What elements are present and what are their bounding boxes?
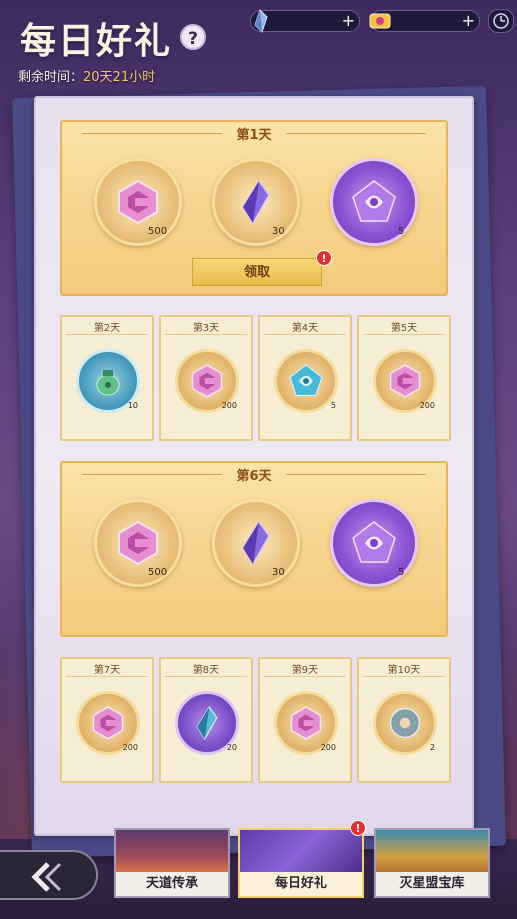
day-8-card[interactable]: 第8天 20 — [159, 657, 253, 783]
crystal-icon — [254, 9, 268, 33]
day-3-card[interactable]: 第3天 200 — [159, 315, 253, 441]
day-6-panel[interactable]: 第6天 500 30 5 — [60, 461, 448, 637]
pink-rune-icon — [389, 364, 421, 398]
day-label: 第9天 — [291, 665, 319, 676]
back-arrow-icon — [31, 862, 62, 892]
reward-qty: 200 — [320, 743, 336, 752]
reward-qty: 200 — [419, 401, 435, 410]
reward-qty: 5 — [398, 226, 405, 237]
day-5-card[interactable]: 第5天 200 — [357, 315, 451, 441]
divider — [165, 676, 247, 677]
tab-thumbnail — [376, 830, 488, 874]
day-7-card[interactable]: 第7天 200 — [60, 657, 154, 783]
violet-sigil-icon — [352, 521, 396, 563]
reward-slot[interactable] — [94, 499, 182, 587]
jade-disc-icon — [389, 707, 421, 739]
tab-label: 每日好礼 — [240, 872, 362, 896]
violet-sigil-icon — [352, 180, 396, 222]
claim-button[interactable]: 领取 — [192, 258, 322, 286]
reward-qty: 200 — [122, 743, 138, 752]
day-label: 第2天 — [93, 323, 121, 334]
reward-qty: 30 — [272, 567, 285, 578]
divider — [66, 334, 148, 335]
tab-thumbnail — [240, 830, 362, 874]
remaining-time-label: 剩余时间： — [18, 70, 84, 85]
alert-badge: ! — [350, 820, 366, 836]
divider — [363, 334, 445, 335]
day-label: 第8天 — [192, 665, 220, 676]
day-label: 第5天 — [390, 323, 418, 334]
reward-qty: 20 — [226, 743, 237, 752]
remaining-time: 剩余时间：20天21小时 — [18, 66, 155, 85]
tab-daily-gift[interactable]: 每日好礼 — [238, 828, 364, 898]
day-label: 第3天 — [192, 323, 220, 334]
reward-slot[interactable] — [330, 499, 418, 587]
tab-heavenly-legacy[interactable]: 天道传承 — [114, 828, 230, 898]
tab-star-treasury[interactable]: 灭星盟宝库 — [374, 828, 490, 898]
reward-qty: 30 — [272, 226, 285, 237]
page-title: 每日好礼 — [20, 20, 173, 62]
clock-button[interactable] — [488, 9, 514, 33]
green-pouch-icon — [96, 370, 120, 396]
divider — [286, 474, 426, 475]
day-10-card[interactable]: 第10天 2 — [357, 657, 451, 783]
reward-slot — [274, 349, 338, 413]
reward-slot[interactable] — [94, 158, 182, 246]
purple-crystal-icon — [242, 179, 270, 225]
day-label: 第4天 — [291, 323, 319, 334]
pink-rune-icon — [92, 706, 124, 740]
blue-crystal-icon — [196, 706, 218, 741]
day-1-panel: 第1天 500 30 5 领取 ! — [60, 120, 448, 296]
reward-slot[interactable] — [330, 158, 418, 246]
divider — [264, 334, 346, 335]
reward-qty: 200 — [221, 401, 237, 410]
day-4-card[interactable]: 第4天 5 — [258, 315, 352, 441]
help-button[interactable]: ? — [180, 24, 206, 50]
pink-rune-icon — [118, 179, 158, 225]
ticket-icon — [369, 13, 391, 29]
reward-qty: 500 — [148, 226, 168, 237]
blue-sigil-icon — [289, 364, 323, 397]
reward-slot[interactable] — [212, 499, 300, 587]
divider — [165, 334, 247, 335]
divider — [264, 676, 346, 677]
divider — [363, 676, 445, 677]
currency-ticket: + — [369, 10, 480, 32]
day-label: 第10天 — [387, 665, 421, 676]
back-button[interactable] — [0, 850, 98, 900]
tab-label: 灭星盟宝库 — [376, 872, 488, 896]
divider — [286, 133, 426, 134]
remaining-time-value: 20天21小时 — [83, 70, 156, 85]
currency-crystal: + — [250, 9, 360, 33]
reward-slot[interactable] — [212, 158, 300, 246]
reward-qty: 5 — [330, 401, 336, 410]
add-ticket-button[interactable]: + — [462, 12, 475, 30]
pink-rune-icon — [191, 364, 223, 398]
reward-qty: 500 — [148, 567, 168, 578]
reward-qty: 2 — [429, 743, 435, 752]
day-2-card[interactable]: 第2天 10 — [60, 315, 154, 441]
pink-rune-icon — [290, 706, 322, 740]
alert-badge: ! — [316, 250, 332, 266]
tab-thumbnail — [116, 830, 228, 874]
add-crystal-button[interactable]: + — [342, 12, 355, 30]
reward-slot — [373, 691, 437, 755]
divider — [66, 676, 148, 677]
day-label: 第7天 — [93, 665, 121, 676]
day-9-card[interactable]: 第9天 200 — [258, 657, 352, 783]
reward-qty: 5 — [398, 567, 405, 578]
purple-crystal-icon — [242, 520, 270, 566]
tab-label: 天道传承 — [116, 872, 228, 896]
pink-rune-icon — [118, 520, 158, 566]
clock-icon — [493, 13, 509, 29]
reward-qty: 10 — [127, 401, 138, 410]
